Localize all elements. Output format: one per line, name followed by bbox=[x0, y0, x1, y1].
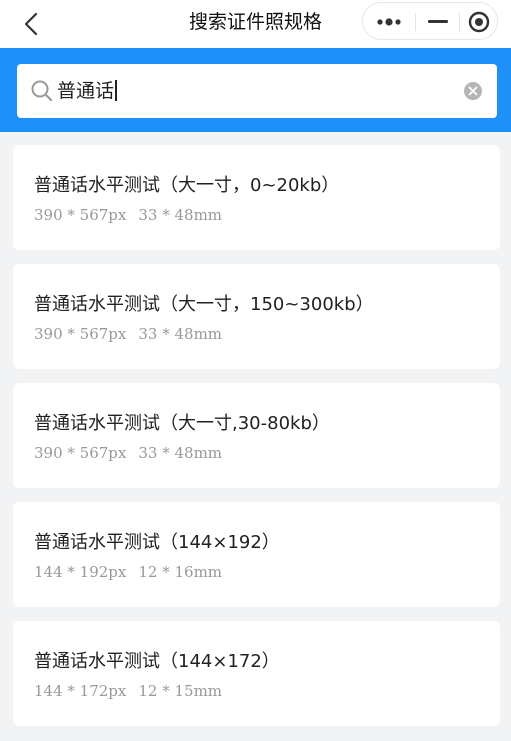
mini-program-capsule bbox=[362, 2, 498, 40]
text-caret bbox=[115, 79, 117, 101]
result-mm: 12 * 15mm bbox=[138, 682, 223, 700]
more-dots-icon bbox=[377, 18, 401, 26]
minimize-button[interactable] bbox=[418, 3, 458, 39]
capsule-divider bbox=[415, 13, 416, 31]
result-title: 普通话水平测试（大一寸,30-80kb） bbox=[34, 413, 330, 434]
result-mm: 12 * 16mm bbox=[138, 563, 223, 581]
clear-icon bbox=[464, 82, 482, 100]
chevron-left-icon bbox=[24, 12, 38, 36]
result-title: 普通话水平测试（144×172） bbox=[34, 651, 280, 672]
search-icon bbox=[31, 80, 53, 102]
result-title: 普通话水平测试（大一寸，0~20kb） bbox=[34, 175, 340, 196]
close-target-icon bbox=[468, 11, 490, 33]
result-px: 144 * 192px bbox=[34, 563, 127, 581]
result-title: 普通话水平测试（144×192） bbox=[34, 532, 280, 553]
result-px: 390 * 567px bbox=[34, 444, 127, 462]
result-title: 普通话水平测试（大一寸，150~300kb） bbox=[34, 294, 374, 315]
result-mm: 33 * 48mm bbox=[138, 206, 223, 224]
result-mm: 33 * 48mm bbox=[138, 444, 223, 462]
result-card[interactable]: 普通话水平测试（大一寸，150~300kb） 390 * 567px 33 * 4… bbox=[13, 264, 500, 369]
result-size: 390 * 567px 33 * 48mm bbox=[34, 206, 222, 224]
result-size: 144 * 192px 12 * 16mm bbox=[34, 563, 222, 581]
nav-bar: 搜索证件照规格 bbox=[0, 0, 511, 48]
minimize-icon bbox=[428, 20, 448, 23]
result-card[interactable]: 普通话水平测试（大一寸，0~20kb） 390 * 567px 33 * 48mm bbox=[13, 145, 500, 250]
search-input[interactable]: 普通话 bbox=[17, 64, 497, 118]
clear-search-button[interactable] bbox=[463, 81, 483, 101]
result-card[interactable]: 普通话水平测试（144×172） 144 * 172px 12 * 15mm bbox=[13, 621, 500, 726]
close-app-button[interactable] bbox=[461, 3, 499, 39]
result-mm: 33 * 48mm bbox=[138, 325, 223, 343]
result-size: 390 * 567px 33 * 48mm bbox=[34, 444, 222, 462]
result-px: 144 * 172px bbox=[34, 682, 127, 700]
result-size: 144 * 172px 12 * 15mm bbox=[34, 682, 222, 700]
result-card[interactable]: 普通话水平测试（144×192） 144 * 192px 12 * 16mm bbox=[13, 502, 500, 607]
more-button[interactable] bbox=[363, 3, 413, 39]
search-bar-area: 普通话 bbox=[0, 48, 511, 132]
result-card[interactable]: 普通话水平测试（大一寸,30-80kb） 390 * 567px 33 * 48m… bbox=[13, 383, 500, 488]
result-px: 390 * 567px bbox=[34, 325, 127, 343]
search-query-text[interactable]: 普通话 bbox=[57, 64, 117, 118]
result-px: 390 * 567px bbox=[34, 206, 127, 224]
search-query: 普通话 bbox=[57, 80, 115, 102]
capsule-divider bbox=[459, 13, 460, 31]
result-size: 390 * 567px 33 * 48mm bbox=[34, 325, 222, 343]
back-button[interactable] bbox=[18, 10, 46, 38]
